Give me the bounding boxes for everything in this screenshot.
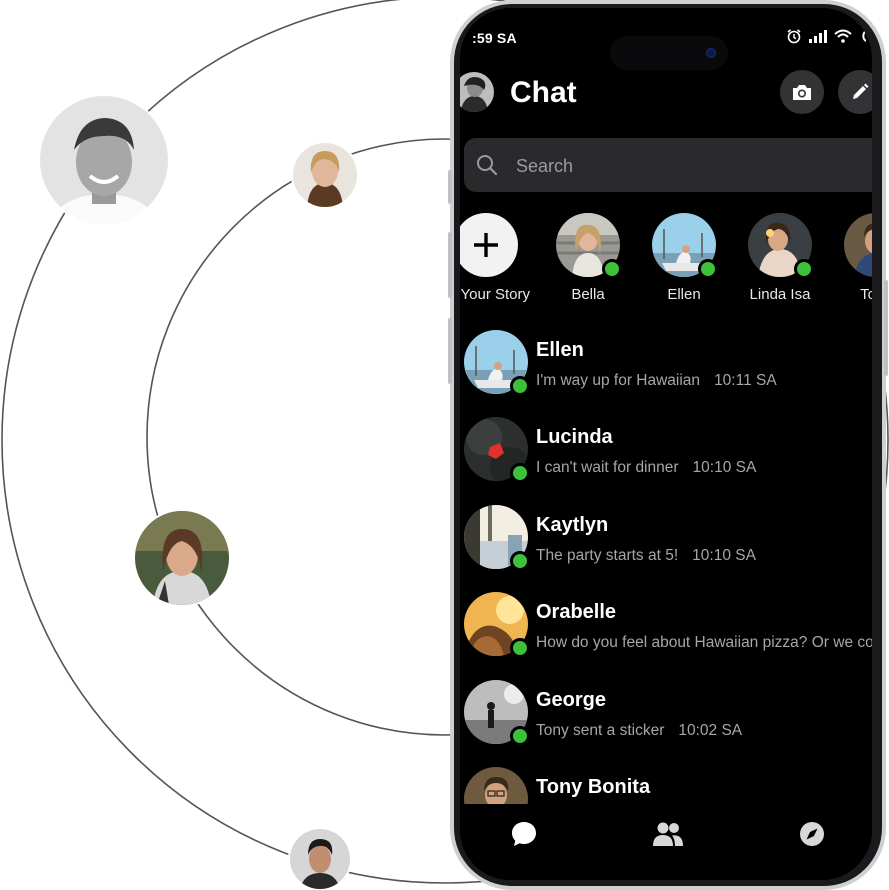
online-indicator [510,726,530,746]
avatar [464,417,530,483]
chat-name: Orabelle [536,601,617,623]
chat-name: Tony Bonita [536,776,651,798]
online-indicator [510,551,530,571]
story-tony[interactable]: Tony [832,213,872,303]
wifi-icon [834,29,852,43]
people-icon [653,822,683,846]
chat-header: Chat [460,70,872,126]
chat-row-lucinda[interactable]: Lucinda I can't wait for dinner 10:10 SA [460,417,872,505]
online-indicator [602,259,622,279]
stories-row: Your Story Bella Ellen Linda Isa Tony [460,213,872,313]
chat-message: Tony sent a sticker [536,722,665,739]
tab-chats[interactable] [504,814,544,854]
floating-avatar-young-man [290,829,350,889]
add-story-button[interactable] [460,213,518,277]
online-indicator [510,463,530,483]
dynamic-island [610,36,728,70]
chat-bubble-icon [512,822,536,846]
online-indicator [698,259,718,279]
chat-preview: The party starts at 5! 10:10 SA [536,547,872,565]
chat-preview: How do you feel about Hawaiian pizza? Or… [536,634,872,652]
camera-button[interactable] [780,70,824,114]
phone-mockup: :59 SA Chat Search Your Story Bella Elle… [448,0,888,890]
chat-row-kaytlyn[interactable]: Kaytlyn The party starts at 5! 10:10 SA [460,505,872,593]
signal-icon [809,30,827,43]
alarm-icon [787,29,801,44]
story-name: Linda Isa [749,286,811,303]
phone-volume-up-button [448,232,452,298]
bottom-tab-bar [460,804,872,880]
chat-name: Lucinda [536,426,613,448]
chat-message: I can't wait for dinner [536,459,679,476]
floating-avatar-man-smiling [40,96,168,224]
chat-preview: I'm way up for Hawaiian 10:11 SA [536,372,872,390]
status-bar: :59 SA [460,8,872,70]
new-message-button[interactable] [838,70,872,114]
chat-time: 10:02 SA [678,722,743,739]
story-your-story[interactable]: Your Story [460,213,530,303]
chat-name: Ellen [536,339,584,361]
search-icon [477,155,498,176]
story-linda-isa[interactable]: Linda Isa [736,213,824,303]
search-bar[interactable] [464,138,872,194]
chat-preview: Tony sent a sticker 10:02 SA [536,722,872,740]
phone-screen: :59 SA Chat Search Your Story Bella Elle… [460,8,872,880]
tab-discover[interactable] [792,814,832,854]
chat-name: Kaytlyn [536,514,609,536]
avatar [464,505,530,571]
chat-row-orabelle[interactable]: Orabelle How do you feel about Hawaiian … [460,592,872,680]
chat-message: I'm way up for Hawaiian [536,372,701,389]
chat-message: The party starts at 5! [536,547,679,564]
floating-avatar-woman-portrait [135,511,229,605]
chat-row-ellen[interactable]: Ellen I'm way up for Hawaiian 10:11 SA [460,330,872,418]
phone-volume-down-button [448,318,452,384]
story-ellen[interactable]: Ellen [640,213,728,303]
status-icons [786,28,866,44]
front-camera [706,48,716,58]
battery-icon [862,30,866,42]
story-name: Your Story [460,286,531,303]
page-title: Chat [510,76,577,109]
online-indicator [510,638,530,658]
chat-preview: I can't wait for dinner 10:10 SA [536,459,872,477]
story-name: Bella [571,286,605,303]
chat-name: George [536,689,607,711]
online-indicator [794,259,814,279]
avatar [464,592,530,658]
tab-people[interactable] [648,814,688,854]
chat-time: 10:10 SA [692,459,757,476]
chat-time: 10:10 SA [692,547,756,564]
profile-avatar[interactable] [460,72,494,112]
story-name: Ellen [667,286,701,303]
plus-icon [474,233,498,257]
online-indicator [510,376,530,396]
story-bella[interactable]: Bella [544,213,632,303]
phone-power-button [884,280,888,376]
search-input[interactable] [514,138,858,194]
story-name: Tony [860,286,872,303]
chat-time: 10:11 SA [714,372,777,389]
status-time: :59 SA [472,30,517,46]
pencil-icon [853,83,869,99]
chat-row-george[interactable]: George Tony sent a sticker 10:02 SA [460,680,872,768]
avatar [464,680,530,746]
floating-avatar-woman-blonde [293,143,357,207]
phone-side-button [448,170,452,204]
chat-message: How do you feel about Hawaiian pizza? Or… [536,634,872,651]
avatar [464,330,530,396]
camera-icon [793,85,811,100]
compass-icon [800,822,824,846]
